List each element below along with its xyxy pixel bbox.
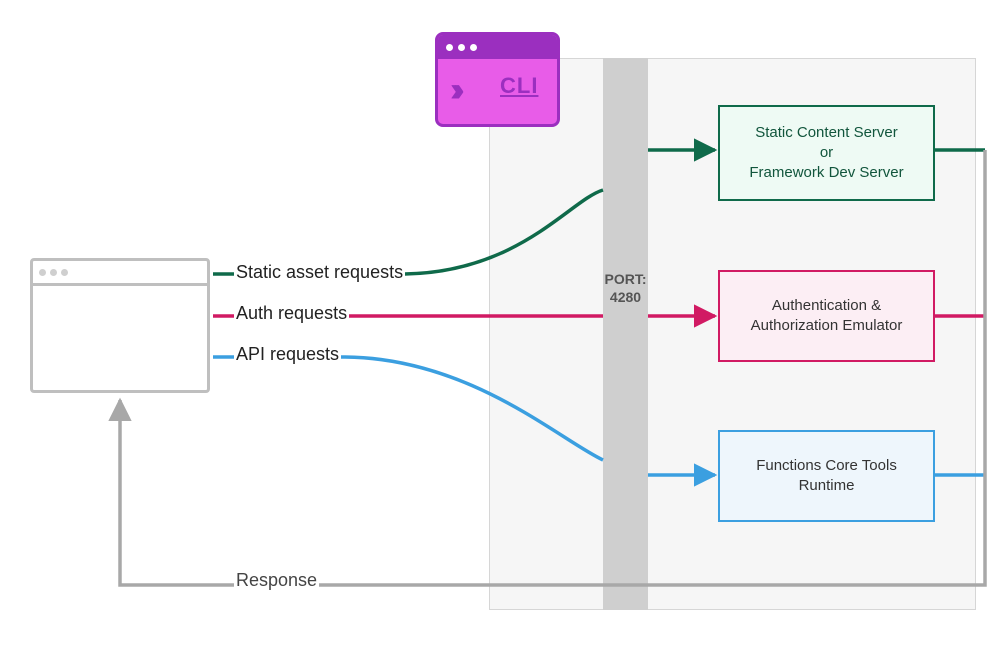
window-dot-icon — [446, 44, 453, 51]
cli-window-icon: ›› CLI — [435, 32, 560, 127]
diagram-stage: PORT: 4280 — [0, 0, 1000, 654]
service-func-label: Functions Core Tools Runtime — [728, 456, 925, 497]
chevron-prompt-icon: ›› — [450, 73, 457, 107]
window-dot-icon — [61, 269, 68, 276]
flow-label-api: API requests — [234, 344, 341, 365]
service-auth-label: Authentication & Authorization Emulator — [728, 296, 925, 337]
flow-api-left — [213, 357, 603, 460]
service-static-label: Static Content Server or Framework Dev S… — [749, 123, 903, 184]
flow-label-response: Response — [234, 570, 319, 591]
browser-client-icon — [30, 258, 210, 393]
cli-label: CLI — [500, 73, 538, 99]
service-static-content: Static Content Server or Framework Dev S… — [718, 105, 935, 201]
browser-titlebar — [33, 261, 207, 286]
window-dot-icon — [39, 269, 46, 276]
flow-label-auth: Auth requests — [234, 303, 349, 324]
service-auth-emulator: Authentication & Authorization Emulator — [718, 270, 935, 362]
cli-body: ›› CLI — [438, 59, 557, 124]
cli-titlebar — [438, 35, 557, 59]
flow-label-static: Static asset requests — [234, 262, 405, 283]
service-functions-runtime: Functions Core Tools Runtime — [718, 430, 935, 522]
window-dot-icon — [470, 44, 477, 51]
window-dot-icon — [458, 44, 465, 51]
window-dot-icon — [50, 269, 57, 276]
